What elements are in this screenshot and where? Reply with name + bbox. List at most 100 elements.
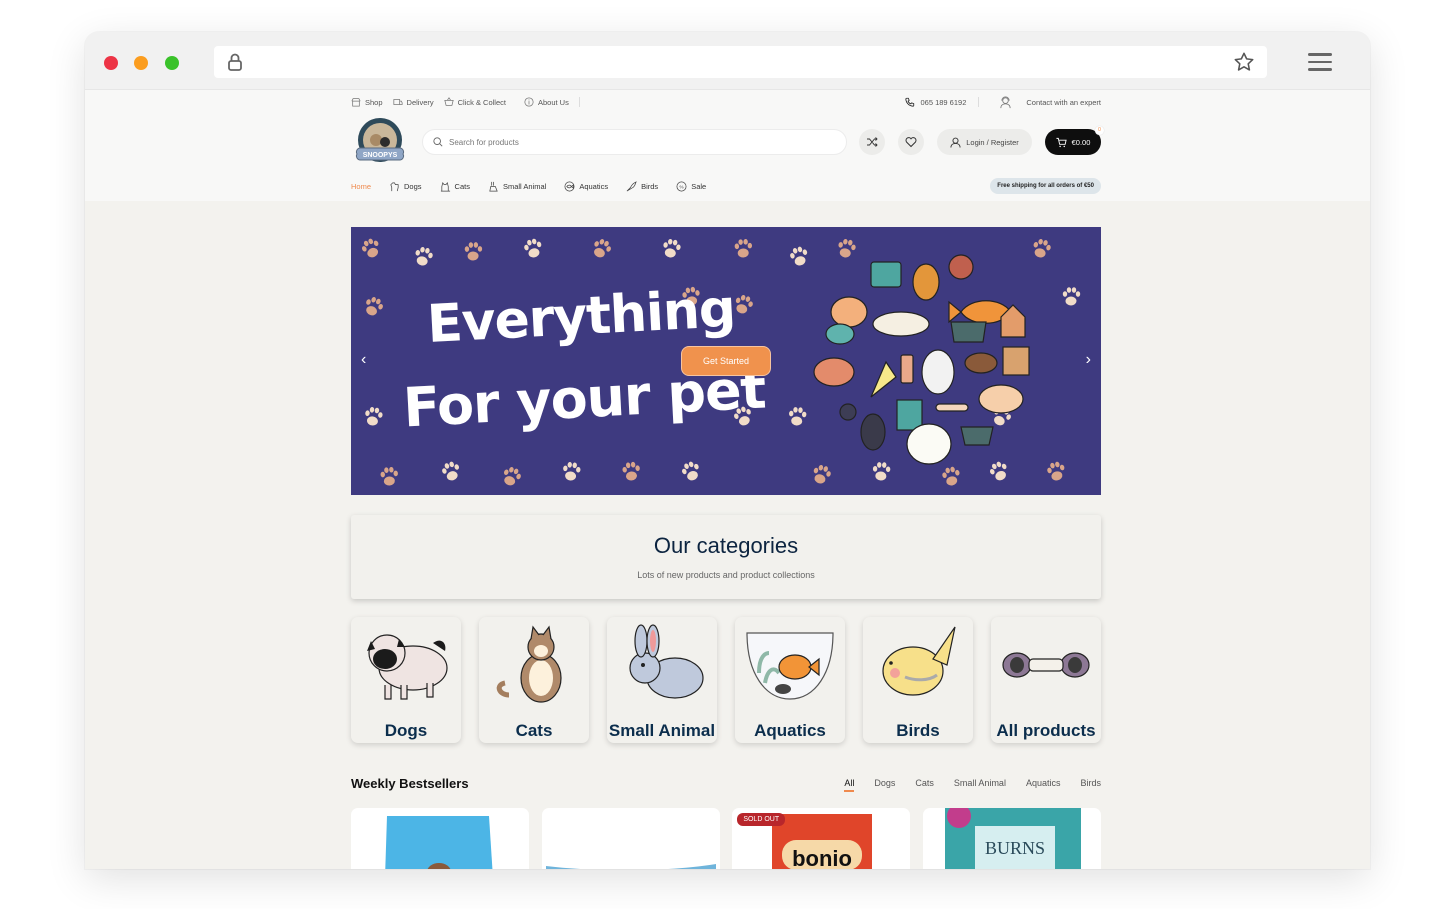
browser-toolbar (85, 32, 1370, 90)
search-icon (433, 137, 443, 147)
nav-home[interactable]: Home (351, 182, 371, 191)
get-started-button[interactable]: Get Started (681, 346, 771, 376)
website: Shop Delivery Click & Collect About Us 0… (85, 90, 1370, 869)
rabbit-illustration (629, 624, 704, 699)
paw-print (594, 239, 611, 258)
categories-header: Our categories Lots of new products and … (351, 515, 1101, 599)
svg-text:%: % (680, 184, 684, 189)
category-card-cats[interactable]: Cats (479, 617, 589, 743)
user-icon (950, 137, 961, 148)
paw-print (504, 466, 521, 486)
bird-icon (626, 180, 637, 191)
product-card[interactable]: bonio SOLD OUT (732, 808, 911, 869)
logo-text: SNOOPYS (363, 152, 398, 159)
tab-dogs[interactable]: Dogs (874, 778, 895, 792)
main-header-bar: SNOOPYS Search for products Login / Regi… (351, 116, 1104, 170)
cockatiel-illustration (882, 626, 956, 696)
paw-print (380, 466, 398, 486)
fish-icon (564, 181, 575, 191)
nav-birds[interactable]: Birds (626, 180, 658, 192)
top-bar: Shop Delivery Click & Collect About Us 0… (351, 90, 1101, 114)
divider (578, 97, 580, 107)
cart-count-badge: 0 (1095, 126, 1104, 135)
close-window-button[interactable] (104, 56, 118, 70)
sold-out-badge: SOLD OUT (737, 813, 786, 826)
wishlist-button[interactable] (898, 129, 924, 155)
product-card[interactable] (351, 808, 529, 869)
product-image (545, 864, 716, 869)
category-card-dogs[interactable]: Dogs (351, 617, 461, 743)
tab-aquatics[interactable]: Aquatics (1026, 778, 1061, 792)
categories-subtitle: Lots of new products and product collect… (637, 570, 815, 580)
contact-expert-link[interactable]: Contact with an expert (1026, 98, 1101, 107)
cat-icon (440, 181, 450, 191)
basket-icon (443, 97, 454, 106)
topbar-link-click-collect[interactable]: Click & Collect (443, 97, 506, 107)
cart-total: €0.00 (1071, 137, 1091, 147)
info-icon (524, 97, 534, 107)
rabbit-icon (489, 181, 498, 191)
hamburger-menu-icon[interactable] (1308, 53, 1332, 71)
tab-small-animal[interactable]: Small Animal (954, 778, 1006, 792)
toy-illustration (1002, 652, 1090, 678)
shuffle-icon (867, 137, 878, 147)
bestsellers-header: Weekly Bestsellers All Dogs Cats Small A… (351, 776, 1101, 800)
phone-link[interactable]: 065 189 6192 (905, 97, 966, 107)
product-list: bonio SOLD OUT BURNS (351, 808, 1101, 869)
search-placeholder: Search for products (449, 137, 519, 147)
chevron-right-icon[interactable]: › (1086, 351, 1091, 369)
login-register-button[interactable]: Login / Register (937, 129, 1032, 155)
category-card-small-animal[interactable]: Small Animal (607, 617, 717, 743)
bookmark-star-icon[interactable] (1233, 51, 1255, 78)
nav-aquatics[interactable]: Aquatics (564, 181, 608, 192)
paw-print (622, 461, 640, 481)
cat-illustration (496, 625, 562, 703)
address-bar[interactable] (214, 46, 1267, 78)
search-input[interactable]: Search for products (422, 129, 847, 155)
support-agent-icon (1000, 96, 1011, 108)
truck-icon (392, 99, 403, 105)
heart-icon (905, 137, 917, 148)
nav-cats[interactable]: Cats (440, 181, 470, 192)
minimize-window-button[interactable] (134, 56, 148, 70)
topbar-link-shop[interactable]: Shop (351, 97, 383, 107)
site-header: Shop Delivery Click & Collect About Us 0… (85, 90, 1370, 201)
paw-print (361, 238, 379, 258)
compare-button[interactable] (859, 129, 885, 155)
product-image (385, 816, 493, 869)
category-card-birds[interactable]: Birds (863, 617, 973, 743)
paw-print (464, 242, 483, 261)
product-image: BURNS (944, 808, 1081, 869)
main-nav: Home Dogs Cats Small Animal Aquatics Bir… (351, 174, 1101, 198)
paw-print (735, 294, 753, 314)
dog-icon (390, 181, 399, 191)
product-card[interactable]: BURNS (922, 808, 1101, 869)
chevron-left-icon[interactable]: ‹ (361, 351, 366, 369)
nav-sale[interactable]: % Sale (676, 181, 706, 192)
category-card-aquatics[interactable]: Aquatics (735, 617, 845, 743)
divider (978, 97, 980, 107)
category-card-all-products[interactable]: All products (991, 617, 1101, 743)
bestsellers-title: Weekly Bestsellers (351, 776, 469, 791)
topbar-link-delivery[interactable]: Delivery (392, 97, 434, 107)
paw-print (563, 462, 581, 481)
topbar-link-about-us[interactable]: About Us (524, 97, 569, 107)
shop-icon (351, 98, 361, 107)
browser-window: Shop Delivery Click & Collect About Us 0… (85, 32, 1370, 869)
tab-all[interactable]: All (844, 778, 855, 792)
product-card[interactable] (541, 808, 720, 869)
site-logo[interactable]: SNOOPYS (351, 116, 409, 170)
paw-print (366, 297, 383, 316)
tab-cats[interactable]: Cats (915, 778, 934, 792)
paw-print (663, 238, 681, 258)
nav-dogs[interactable]: Dogs (389, 181, 422, 192)
paw-print (682, 461, 699, 481)
sale-icon: % (676, 181, 687, 191)
tab-birds[interactable]: Birds (1080, 778, 1101, 792)
pug-illustration (367, 634, 448, 700)
cart-button[interactable]: €0.00 0 (1045, 126, 1104, 155)
nav-small-animal[interactable]: Small Animal (488, 181, 546, 192)
maximize-window-button[interactable] (165, 56, 179, 70)
category-grid: Dogs Cats Small Animal Aquatics Birds Al… (351, 617, 1101, 745)
fishbowl-illustration (746, 632, 834, 700)
